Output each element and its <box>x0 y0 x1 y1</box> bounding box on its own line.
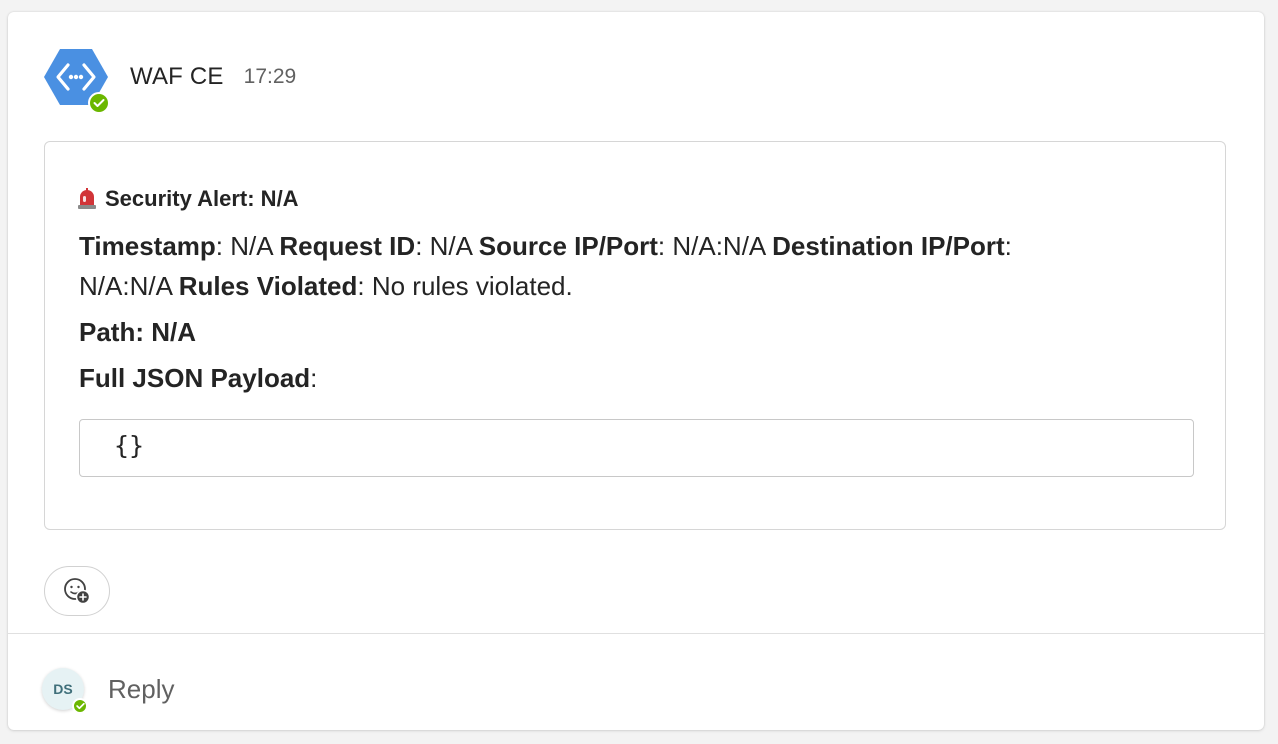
destination-value: N/A:N/A <box>79 271 179 301</box>
json-payload-code-block[interactable]: {} <box>79 419 1194 477</box>
payload-label: Full JSON Payload <box>79 363 311 393</box>
timestamp-label: Timestamp <box>79 231 216 261</box>
source-label: Source IP/Port <box>478 231 658 261</box>
timestamp-value: : N/A <box>215 231 280 261</box>
message-frame: WAF CE 17:29 Security Alert: N/A Timesta… <box>8 12 1264 730</box>
message-time: 17:29 <box>243 65 297 88</box>
add-reaction-button[interactable] <box>44 566 110 616</box>
rules-value: : No rules violated. <box>357 271 573 301</box>
payload-separator: : <box>310 363 318 393</box>
path-line: Path: N/A <box>79 312 196 352</box>
request-id-value: : N/A <box>415 231 479 261</box>
alert-fields-line-1: Timestamp: N/A Request ID: N/A Source IP… <box>79 226 1012 266</box>
presence-available-icon <box>88 92 110 114</box>
source-value: : N/A:N/A <box>657 231 773 261</box>
destination-label: Destination IP/Port <box>772 231 1005 261</box>
police-siren-icon <box>77 188 97 210</box>
alert-title-text: Security Alert: N/A <box>105 186 299 211</box>
sender-name[interactable]: WAF CE <box>130 63 224 91</box>
payload-line: Full JSON Payload: <box>79 358 317 398</box>
alert-card: Security Alert: N/A Timestamp: N/A Reque… <box>44 141 1226 530</box>
avatar-initials: DS <box>53 681 73 697</box>
alert-title: Security Alert: N/A <box>77 186 299 212</box>
bot-avatar[interactable] <box>44 48 110 114</box>
emoji-add-icon <box>64 578 91 605</box>
user-avatar: DS <box>42 668 88 714</box>
reply-divider <box>8 633 1264 634</box>
destination-separator: : <box>1004 231 1012 261</box>
request-id-label: Request ID <box>279 231 416 261</box>
message-header: WAF CE 17:29 <box>44 48 297 114</box>
alert-fields-line-2: N/A:N/A Rules Violated: No rules violate… <box>79 266 573 306</box>
reply-row[interactable]: DS Reply <box>42 668 174 714</box>
rules-label: Rules Violated <box>178 271 358 301</box>
path-label: Path: N/A <box>79 317 196 347</box>
presence-available-icon <box>72 698 88 714</box>
reply-button[interactable]: Reply <box>108 674 174 705</box>
